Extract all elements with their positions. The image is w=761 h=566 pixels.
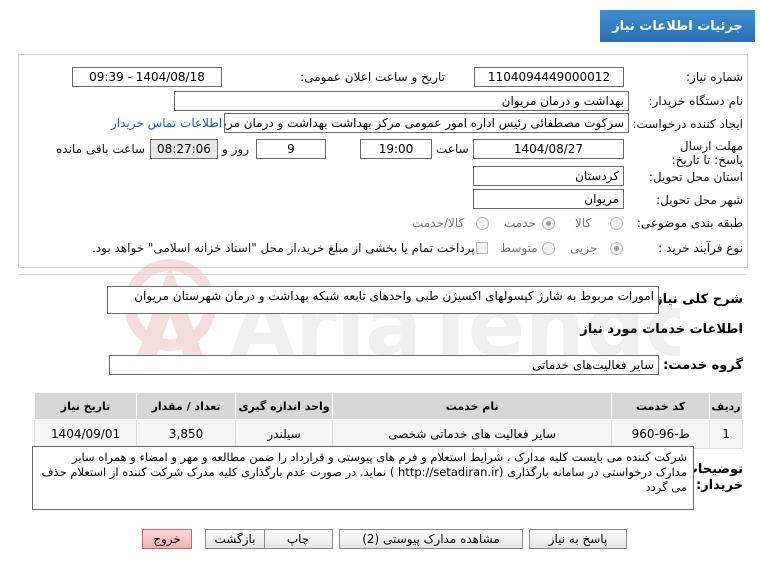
province-field[interactable]: کردستان [473,166,624,186]
need-number-label: شماره نیاز: [686,70,743,84]
service-group-label: گروه خدمت: [663,358,743,373]
cell-service-name: سایر فعالیت های خدماتی شخصی [332,419,613,449]
process-radio-medium[interactable] [542,242,555,255]
deadline-label: مهلت ارسال پاسخ: تا تاریخ: [671,139,743,167]
col-need-date: تاریخ نیاز [33,392,138,420]
days-field[interactable]: 9 [256,139,326,159]
attachments-button[interactable]: مشاهده مدارک پیوستی (2) [339,529,523,549]
city-field[interactable]: مریوان [473,189,624,209]
announce-datetime-value: 1404/08/18 - 09:39 [89,70,205,84]
page-title: جزئیات اطلاعات نیاز [600,10,755,42]
reply-button[interactable]: پاسخ به نیاز [529,529,627,549]
category-label: طبقه بندی موضوعی: [636,216,743,230]
col-unit: واحد اندازه گیری [235,392,334,420]
table-header-row: ردیف کد خدمت نام خدمت واحد اندازه گیری ت… [33,392,743,420]
service-group-field[interactable]: سایر فعالیت‌های خدماتی [109,355,659,375]
cell-service-code: ط-96-960 [611,419,711,449]
treasury-checkbox[interactable] [476,242,488,254]
back-button[interactable]: بازگشت [205,529,265,549]
city-label: شهر محل تحویل: [656,193,743,207]
announce-label: تاریخ و ساعت اعلان عمومی: [300,70,445,84]
deadline-time-field[interactable]: 19:00 [360,139,432,159]
process-option-medium: متوسط [500,241,538,255]
process-label: نوع فرآیند خرید : [658,241,743,255]
deadline-date-field[interactable]: 1404/08/27 [473,139,624,159]
col-service-name: نام خدمت [332,392,613,420]
buyer-contact-link[interactable]: اطلاعات تماس خریدار [111,116,222,130]
payment-note: پرداخت تمام یا بخشی از مبلغ خرید،از محل … [92,241,475,255]
print-button[interactable]: چاپ [263,529,333,549]
creator-label: ایجاد کننده درخواست: [632,117,743,131]
description-field[interactable]: امورات مربوط به شارژ کپسولهای اکسیژن طبی… [107,286,659,314]
col-service-code: کد خدمت [611,392,711,420]
category-option-service: خدمت [504,216,536,230]
process-radio-minor[interactable] [610,242,623,255]
category-radio-service[interactable] [542,217,555,230]
services-section-title: اطلاعات خدمات مورد نیاز [580,322,743,337]
buyer-notes-field[interactable]: شرکت کننده می بایست کلیه مدارک ، شرایط ا… [32,446,694,510]
cell-unit: سیلندر [235,419,334,449]
col-quantity: تعداد / مقدار [136,392,237,420]
buyer-org-label: نام دستگاه خریدار: [648,94,744,108]
province-label: استان محل تحویل: [648,170,743,184]
need-number-field[interactable]: 1104094449000012 [474,67,624,87]
creator-field[interactable]: سرکوت مصطفائی رئیس اداره امور عمومی مرکز… [224,113,629,133]
cell-quantity: 3,850 [136,419,237,449]
remaining-label: ساعت باقی مانده [56,142,146,156]
title-bar: جزئیات اطلاعات نیاز [0,0,761,42]
remaining-time-field: 08:27:06 [150,139,218,159]
cell-row: 1 [709,419,743,449]
cell-need-date: 1404/09/01 [33,419,138,449]
buyer-org-field[interactable]: بهداشت و درمان مریوان [174,91,629,111]
category-radio-goods-service[interactable] [476,217,489,230]
description-label: شرح کلی نیاز: [649,292,743,307]
separator [18,274,746,275]
time-label: ساعت [436,142,469,156]
col-row: ردیف [709,392,743,420]
exit-button[interactable]: خروج [142,529,192,549]
days-and-label: روز و [222,142,249,156]
category-radio-goods[interactable] [610,217,623,230]
category-option-goods: کالا [575,216,592,230]
buyer-notes-label: توضیحات خریدار: [684,462,743,493]
table-row[interactable]: 1 ط-96-960 سایر فعالیت های خدماتی شخصی س… [33,419,743,449]
category-option-goods-service: کالا/خدمت [412,216,465,230]
services-table: ردیف کد خدمت نام خدمت واحد اندازه گیری ت… [33,392,743,449]
process-option-minor: جزیی [570,241,598,255]
announce-datetime-field[interactable]: 1404/08/18 - 09:39 [72,67,222,87]
